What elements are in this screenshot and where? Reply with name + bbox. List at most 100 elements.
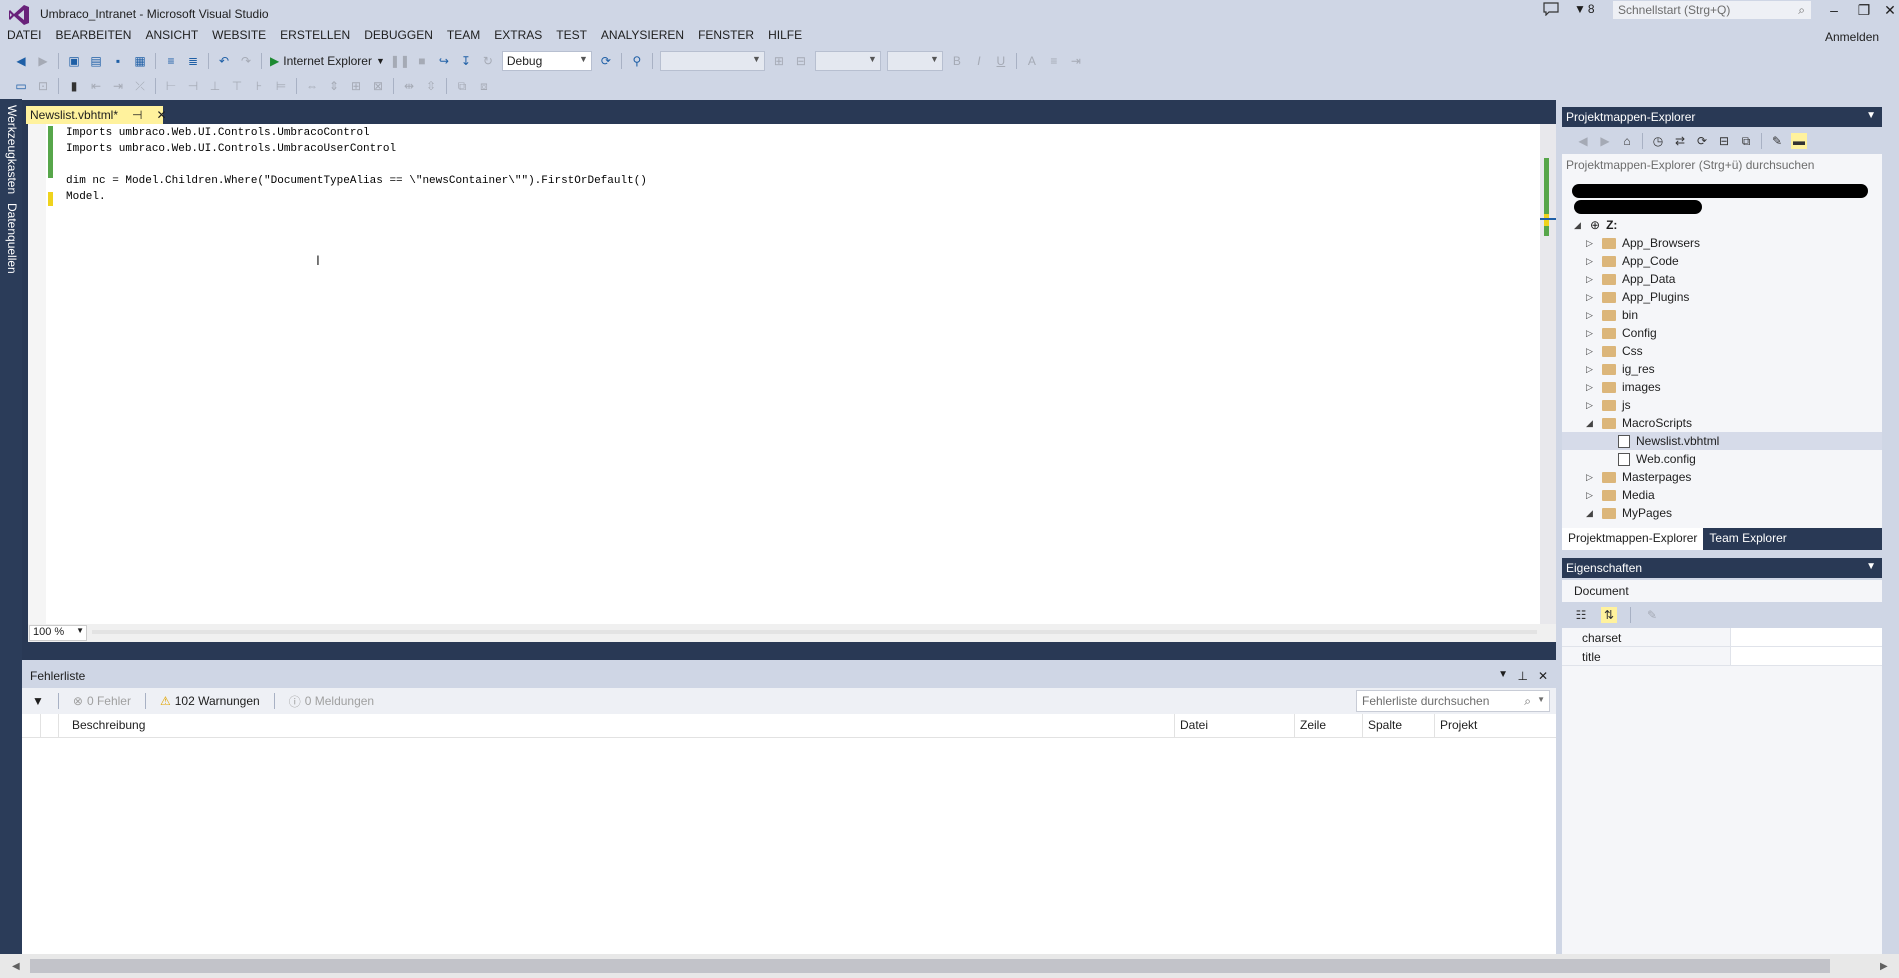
- grid-icon[interactable]: ⊡: [35, 78, 51, 94]
- save-all-icon[interactable]: ▦: [132, 53, 148, 69]
- step-over-icon[interactable]: ↪: [436, 53, 452, 69]
- forward-icon[interactable]: ▶: [1597, 133, 1613, 149]
- solution-config-select[interactable]: Debug ▼: [501, 51, 592, 71]
- align-middles-icon[interactable]: ⊦: [251, 78, 267, 94]
- tree-folder-item[interactable]: ▷ bin: [1586, 306, 1638, 324]
- tab-team-explorer[interactable]: Team Explorer: [1703, 528, 1792, 550]
- property-pages-icon[interactable]: ✎: [1644, 607, 1660, 623]
- tree-file-item[interactable]: Web.config: [1618, 450, 1696, 468]
- pause-icon[interactable]: ❚❚: [390, 53, 410, 69]
- bottom-scrollbar-thumb[interactable]: [30, 959, 1830, 973]
- expanded-icon[interactable]: ◢: [1586, 508, 1596, 519]
- send-to-back-icon[interactable]: ⧈: [476, 78, 492, 94]
- step-into-icon[interactable]: ↧: [458, 53, 474, 69]
- size-to-grid-icon[interactable]: ⊞: [348, 78, 364, 94]
- collapsed-icon[interactable]: ▷: [1586, 238, 1596, 249]
- error-list-search-input[interactable]: Fehlerliste durchsuchen ⌕ ▼: [1356, 690, 1550, 712]
- home-icon[interactable]: ⌂: [1619, 133, 1635, 149]
- sign-in-link[interactable]: Anmelden: [1825, 30, 1879, 44]
- tree-folder-item[interactable]: ▷ Masterpages: [1586, 468, 1691, 486]
- expanded-icon[interactable]: ◢: [1586, 418, 1596, 429]
- properties-object-selector[interactable]: Document: [1562, 580, 1882, 602]
- make-same-height-icon[interactable]: ⇕: [326, 78, 342, 94]
- code-editor[interactable]: [28, 124, 1540, 624]
- make-same-width-icon[interactable]: ⇔: [304, 78, 320, 94]
- undo-icon[interactable]: ↶: [216, 53, 232, 69]
- property-row[interactable]: charset: [1562, 628, 1882, 647]
- panel-menu-icon[interactable]: ▼: [1866, 561, 1876, 572]
- comment-icon[interactable]: ≡: [163, 53, 179, 69]
- zoom-select[interactable]: 100 % ▼: [29, 625, 87, 641]
- panel-menu-icon[interactable]: ▼: [1498, 669, 1508, 680]
- pin-icon[interactable]: ⊥: [1518, 669, 1528, 683]
- document-tab[interactable]: Newslist.vbhtml* ⊣ ✕: [26, 106, 167, 124]
- font-size-select[interactable]: ▼: [814, 51, 881, 71]
- close-icon[interactable]: ✕: [1538, 669, 1548, 683]
- indent-icon[interactable]: ⇥: [1068, 53, 1084, 69]
- menu-fenster[interactable]: FENSTER: [698, 26, 754, 46]
- collapsed-icon[interactable]: ▷: [1586, 346, 1596, 357]
- menu-analysieren[interactable]: ANALYSIEREN: [601, 26, 684, 46]
- menu-erstellen[interactable]: ERSTELLEN: [280, 26, 350, 46]
- tree-folder-item[interactable]: ▷ App_Browsers: [1586, 234, 1700, 252]
- collapse-all-icon[interactable]: ⊟: [1716, 133, 1732, 149]
- tree-folder-item[interactable]: ◢ MyPages: [1586, 504, 1672, 522]
- editor-horizontal-scrollbar[interactable]: [92, 630, 1537, 634]
- menu-debuggen[interactable]: DEBUGGEN: [364, 26, 433, 46]
- menu-datei[interactable]: DATEI: [7, 26, 41, 46]
- menu-ansicht[interactable]: ANSICHT: [145, 26, 198, 46]
- notification-icon[interactable]: [1543, 2, 1559, 16]
- tree-folder-item[interactable]: ▷ images: [1586, 378, 1661, 396]
- tree-root[interactable]: ◢ ⊕ Z:: [1574, 216, 1617, 234]
- collapsed-icon[interactable]: ▷: [1586, 256, 1596, 267]
- column-header-description[interactable]: Beschreibung: [72, 718, 145, 732]
- font-color-icon[interactable]: A: [1024, 53, 1040, 69]
- center-vertically-icon[interactable]: ⇳: [423, 78, 439, 94]
- minimize-button[interactable]: –: [1820, 0, 1848, 20]
- alphabetical-icon[interactable]: ⇅: [1601, 607, 1617, 623]
- tree-folder-item[interactable]: ▷ Css: [1586, 342, 1643, 360]
- format-select[interactable]: ▼: [886, 51, 943, 71]
- collapsed-icon[interactable]: ▷: [1586, 472, 1596, 483]
- collapsed-icon[interactable]: ▷: [1586, 274, 1596, 285]
- quick-launch-input[interactable]: Schnellstart (Strg+Q) ⌕: [1612, 0, 1812, 20]
- align-icon[interactable]: ≡: [1046, 53, 1062, 69]
- property-row[interactable]: title: [1562, 647, 1882, 666]
- column-header-file[interactable]: Datei: [1180, 718, 1208, 732]
- toggle-icon[interactable]: ▭: [13, 78, 29, 94]
- menu-hilfe[interactable]: HILFE: [768, 26, 802, 46]
- messages-filter-button[interactable]: ⓘ 0 Meldungen: [289, 693, 374, 710]
- bookmark-icon[interactable]: ▮: [66, 78, 82, 94]
- datasources-tab[interactable]: Datenquellen: [5, 203, 19, 274]
- restore-button[interactable]: ❐: [1850, 0, 1878, 20]
- underline-icon[interactable]: U: [993, 53, 1009, 69]
- tree-folder-item[interactable]: ◢ MacroScripts: [1586, 414, 1692, 432]
- collapsed-icon[interactable]: ▷: [1586, 328, 1596, 339]
- close-button[interactable]: ✕: [1876, 0, 1899, 20]
- align-lefts-icon[interactable]: ⊢: [163, 78, 179, 94]
- scroll-left-icon[interactable]: ◀: [12, 961, 20, 972]
- toolbox-tab[interactable]: Werkzeugkasten: [5, 105, 19, 194]
- tree-file-item[interactable]: Newslist.vbhtml: [1562, 432, 1882, 450]
- uncomment-icon[interactable]: ≣: [185, 53, 201, 69]
- font-family-select[interactable]: ▼: [659, 51, 765, 71]
- categorized-icon[interactable]: ☷: [1573, 607, 1589, 623]
- property-value-field[interactable]: [1730, 628, 1882, 646]
- align-bottoms-icon[interactable]: ⊨: [273, 78, 289, 94]
- back-icon[interactable]: ◀: [1575, 133, 1591, 149]
- solution-explorer-search-input[interactable]: Projektmappen-Explorer (Strg+ü) durchsuc…: [1562, 154, 1882, 176]
- filter-icon[interactable]: ▼: [32, 694, 44, 708]
- align-rights-icon[interactable]: ⊥: [207, 78, 223, 94]
- align-tops-icon[interactable]: ⊤: [229, 78, 245, 94]
- tab-solution-explorer[interactable]: Projektmappen-Explorer: [1562, 528, 1704, 550]
- next-bookmark-icon[interactable]: ⇥: [110, 78, 126, 94]
- collapsed-icon[interactable]: ▷: [1586, 400, 1596, 411]
- style-icon[interactable]: ⊞: [771, 53, 787, 69]
- make-same-size-icon[interactable]: ⊠: [370, 78, 386, 94]
- back-icon[interactable]: ◀: [13, 53, 29, 69]
- tree-folder-item[interactable]: ▷ App_Code: [1586, 252, 1679, 270]
- restart-icon[interactable]: ↻: [480, 53, 496, 69]
- open-file-icon[interactable]: ▤: [88, 53, 104, 69]
- refresh-icon[interactable]: ⟳: [598, 53, 614, 69]
- forward-icon[interactable]: ▶: [35, 53, 51, 69]
